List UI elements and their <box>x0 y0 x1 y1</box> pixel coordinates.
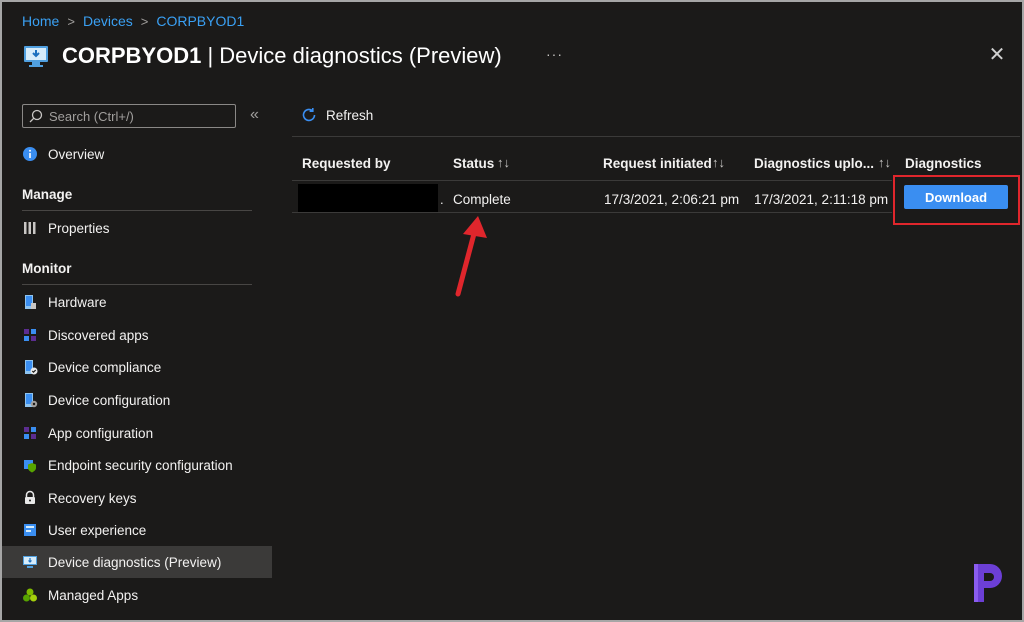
device-diagnostics-icon <box>24 46 48 67</box>
divider <box>292 212 892 213</box>
diagnostics-uploaded-cell: 17/3/2021, 2:11:18 pm <box>754 192 889 207</box>
page-header: CORPBYOD1 | Device diagnostics (Preview) <box>22 42 502 70</box>
divider <box>22 210 252 211</box>
column-header-requested-by[interactable]: Requested by <box>302 156 391 171</box>
more-options-button[interactable]: ··· <box>546 46 563 62</box>
annotation-arrow-icon <box>455 216 487 297</box>
divider <box>292 180 892 181</box>
sidebar-item-device-configuration[interactable]: Device configuration <box>2 384 272 416</box>
device-compliance-icon <box>25 360 38 375</box>
sort-request-initiated-icon[interactable]: ↑↓ <box>712 155 725 170</box>
sidebar-item-label: Hardware <box>48 294 107 310</box>
section-manage: Manage <box>22 187 73 202</box>
device-name: CORPBYOD1 <box>62 43 202 68</box>
column-header-diagnostics-uploaded[interactable]: Diagnostics uplo... <box>754 156 874 171</box>
hardware-icon <box>25 295 36 309</box>
breadcrumb: Home > Devices > CORPBYOD1 <box>22 13 244 29</box>
sidebar-item-overview[interactable]: Overview <box>2 138 272 170</box>
user-experience-icon <box>24 524 36 536</box>
column-header-request-initiated[interactable]: Request initiated <box>603 156 712 171</box>
sidebar-item-label: App configuration <box>48 425 154 441</box>
breadcrumb-devices[interactable]: Devices <box>83 13 133 29</box>
breadcrumb-separator: > <box>140 13 149 29</box>
sidebar-item-app-configuration[interactable]: App configuration <box>2 417 272 449</box>
title-text: | Device diagnostics (Preview) <box>201 43 502 68</box>
breadcrumb-home[interactable]: Home <box>22 13 59 29</box>
column-header-diagnostics: Diagnostics <box>905 156 982 171</box>
download-button[interactable]: Download <box>904 185 1008 209</box>
endpoint-security-icon <box>24 460 36 473</box>
divider <box>292 136 1020 137</box>
refresh-label: Refresh <box>326 107 374 123</box>
sidebar-item-device-diagnostics[interactable]: Device diagnostics (Preview) <box>2 546 272 578</box>
sidebar-item-user-experience[interactable]: User experience <box>2 514 272 546</box>
sidebar-item-label: Properties <box>48 220 110 236</box>
sidebar-item-managed-apps[interactable]: Managed Apps <box>2 579 272 611</box>
sidebar-item-label: Managed Apps <box>48 587 139 603</box>
search-box[interactable] <box>22 104 236 128</box>
sidebar-item-discovered-apps[interactable]: Discovered apps <box>2 319 272 351</box>
sidebar-item-label: Recovery keys <box>48 490 137 506</box>
sort-diagnostics-uploaded-icon[interactable]: ↑↓ <box>878 155 891 170</box>
info-icon <box>23 147 37 161</box>
search-icon <box>29 109 43 123</box>
breadcrumb-device[interactable]: CORPBYOD1 <box>156 13 244 29</box>
app-configuration-icon <box>24 427 36 439</box>
sort-status-icon[interactable]: ↑↓ <box>497 155 510 170</box>
sidebar: « Overview Manage Properties Monitor <box>2 100 272 620</box>
page-title: CORPBYOD1 | Device diagnostics (Preview) <box>62 43 502 69</box>
redacted-user <box>298 184 438 212</box>
sidebar-item-label: Discovered apps <box>48 327 149 343</box>
logo-icon <box>974 564 1002 602</box>
sidebar-item-recovery-keys[interactable]: Recovery keys <box>2 482 272 514</box>
discovered-apps-icon <box>24 329 36 341</box>
requested-by-cell: . <box>440 192 444 207</box>
sidebar-item-label: Endpoint security configuration <box>48 457 233 473</box>
sidebar-item-device-compliance[interactable]: Device compliance <box>2 351 272 383</box>
managed-apps-icon <box>23 588 37 602</box>
sidebar-item-properties[interactable]: Properties <box>2 212 272 244</box>
column-header-status[interactable]: Status <box>453 156 494 171</box>
main-content: Refresh Requested by Status ↑↓ Request i… <box>292 100 1022 620</box>
collapse-sidebar-button[interactable]: « <box>250 106 259 124</box>
sidebar-item-label: Overview <box>48 146 105 162</box>
sidebar-item-hardware[interactable]: Hardware <box>2 286 272 318</box>
refresh-icon <box>302 108 316 122</box>
refresh-button[interactable]: Refresh <box>300 106 373 124</box>
device-diagnostics-icon <box>23 556 37 568</box>
divider <box>22 284 252 285</box>
properties-icon <box>24 222 36 234</box>
sidebar-item-endpoint-security[interactable]: Endpoint security configuration <box>2 449 272 481</box>
sidebar-item-label: User experience <box>48 522 147 538</box>
request-initiated-cell: 17/3/2021, 2:06:21 pm <box>604 192 740 207</box>
sidebar-item-label: Device compliance <box>48 359 162 375</box>
status-cell: Complete <box>453 192 511 207</box>
breadcrumb-separator: > <box>67 13 75 29</box>
recovery-keys-icon <box>25 490 35 504</box>
sidebar-item-label: Device diagnostics (Preview) <box>48 554 222 570</box>
search-input[interactable] <box>49 108 229 124</box>
close-button[interactable]: ✕ <box>986 44 1008 66</box>
app-window: Home > Devices > CORPBYOD1 CORPBYOD1 | D… <box>2 2 1022 620</box>
section-monitor: Monitor <box>22 261 72 276</box>
sidebar-item-label: Device configuration <box>48 392 171 408</box>
device-configuration-icon <box>25 393 38 408</box>
